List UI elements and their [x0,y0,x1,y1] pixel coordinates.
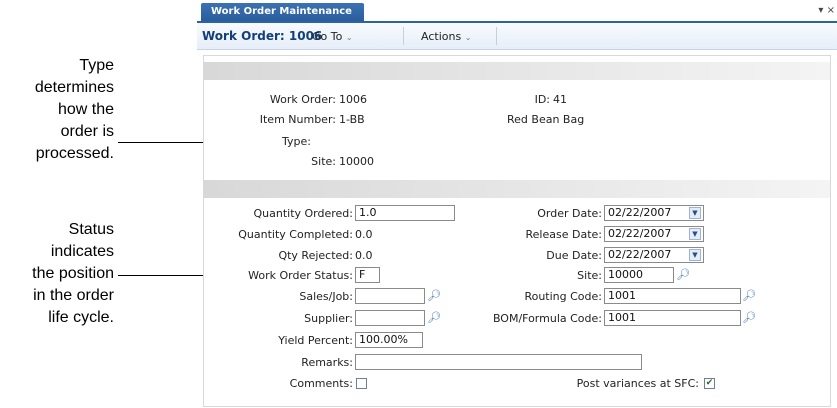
quantity-completed-label: Quantity Completed: [238,228,353,241]
release-date-label: Release Date: [525,228,602,241]
item-number-label: Item Number: [259,113,336,126]
due-date-select[interactable]: 02/22/2007 ▼ [604,247,704,263]
order-date-label: Order Date: [537,207,602,220]
supplier-field[interactable] [355,310,425,326]
qty-rejected-label: Qty Rejected: [278,249,353,262]
menu-bar: Work Order: 1006 Go To ⌄ Actions ⌄ [197,23,837,50]
item-description: Red Bean Bag [507,113,585,126]
search-icon[interactable]: 🔎︎ [427,289,441,302]
release-date-value: 02/22/2007 [608,227,672,240]
qty-rejected-value: 0.0 [355,249,373,262]
type-annotation-line: Type [79,57,114,74]
search-icon[interactable]: 🔎︎ [742,289,756,302]
due-date-label: Due Date: [546,249,602,262]
search-icon[interactable]: 🔎︎ [742,311,756,324]
actions-menu[interactable]: Actions ⌄ [421,30,471,43]
remarks-label: Remarks: [301,356,353,369]
quantity-ordered-field[interactable]: 1.0 [355,205,455,221]
site-label: Site: [311,155,336,168]
actions-menu-label: Actions [421,30,462,43]
checkmark-icon: ✔ [705,378,714,388]
status-annotation-line: the position [32,265,114,282]
bom-formula-code-label: BOM/Formula Code: [492,312,602,325]
work-order-value: 1006 [339,93,367,106]
status-annotation-line: indicates [50,243,114,260]
supplier-label: Supplier: [304,312,353,325]
menu-separator [403,27,404,45]
window-controls[interactable]: ▾ × [818,5,835,16]
order-date-select[interactable]: 02/22/2007 ▼ [604,205,704,221]
detail-site-label: Site: [577,269,602,282]
type-annotation-line: how the [57,101,114,118]
post-variances-label: Post variances at SFC: [576,377,699,390]
quantity-completed-value: 0.0 [355,228,373,241]
work-order-title: Work Order: 1006 [202,29,323,43]
chevron-down-icon[interactable]: ▼ [689,207,701,219]
chevron-down-icon: ⌄ [464,33,472,42]
details-section-band [204,180,830,198]
status-annotation-line: in the order [33,287,114,304]
site-value: 10000 [339,155,374,168]
chevron-down-icon[interactable]: ▼ [689,228,701,240]
routing-code-field[interactable]: 1001 [604,288,741,304]
quantity-ordered-label: Quantity Ordered: [253,207,353,220]
work-order-window: Work Order Maintenance ▾ × Work Order: 1… [197,0,837,408]
status-annotation: Status indicates the position in the ord… [32,219,114,329]
yield-percent-field[interactable]: 100.00% [355,332,423,348]
search-icon[interactable]: 🔎︎ [676,268,690,281]
order-date-value: 02/22/2007 [608,206,672,219]
sales-job-label: Sales/Job: [299,290,353,303]
sales-job-field[interactable] [355,288,425,304]
remarks-field[interactable] [355,354,642,370]
type-annotation-line: processed. [35,145,114,162]
post-variances-checkbox[interactable]: ✔ [704,378,715,389]
type-annotation: Type determines how the order is process… [35,55,114,165]
goto-menu[interactable]: Go To ⌄ [312,30,353,43]
bom-formula-code-field[interactable]: 1001 [604,310,741,326]
chevron-down-icon: ⌄ [345,33,353,42]
id-label: ID: [534,93,550,106]
goto-menu-label: Go To [312,30,343,43]
id-value: 41 [553,93,567,106]
search-icon[interactable]: 🔎︎ [427,311,441,324]
routing-code-label: Routing Code: [524,290,602,303]
work-order-status-label: Work Order Status: [248,269,353,282]
header-section-band [204,62,830,80]
tab-work-order-maintenance[interactable]: Work Order Maintenance [201,3,364,21]
work-order-label: Work Order: [269,93,336,106]
type-annotation-line: order is [60,123,114,140]
site-field[interactable]: 10000 [604,267,674,283]
release-date-select[interactable]: 02/22/2007 ▼ [604,226,704,242]
type-annotation-line: determines [34,79,114,96]
chevron-down-icon[interactable]: ▼ [689,249,701,261]
status-annotation-line: Status [68,221,114,238]
comments-label: Comments: [289,377,353,390]
item-number-value: 1-BB [339,113,365,126]
tab-strip: Work Order Maintenance ▾ × [197,3,837,23]
menu-separator [496,27,497,45]
form-panel: Work Order: 1006 ID: 41 Item Number: 1-B… [203,55,831,407]
type-label: Type: [282,135,311,148]
due-date-value: 02/22/2007 [608,248,672,261]
status-annotation-line: life cycle. [48,309,114,326]
work-order-status-field[interactable]: F [355,267,380,283]
yield-percent-label: Yield Percent: [278,334,353,347]
comments-checkbox[interactable] [356,378,367,389]
